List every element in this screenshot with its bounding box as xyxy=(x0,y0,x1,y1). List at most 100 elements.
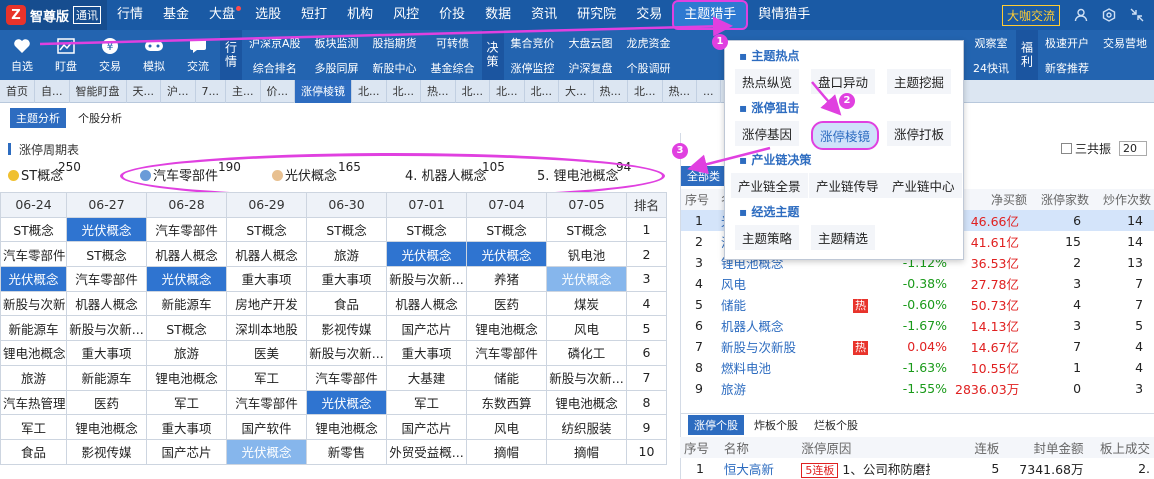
edition-tag[interactable]: 通讯 xyxy=(73,6,102,24)
concept-cell[interactable]: 汽车热管理 xyxy=(0,389,67,416)
menu-item[interactable]: 短打 xyxy=(291,0,337,30)
concept-cell[interactable]: 新股与次新... xyxy=(386,266,467,292)
menu-item[interactable]: 数据 xyxy=(475,0,521,30)
tab-item[interactable]: 价... xyxy=(261,79,295,103)
concept-cell[interactable]: 旅游 xyxy=(306,241,387,268)
dropdown-item[interactable]: 产业链全景 xyxy=(731,173,808,198)
dropdown-item[interactable]: 主题策略 xyxy=(735,225,800,250)
concept-cell[interactable]: ST概念 xyxy=(466,216,547,243)
concept-cell[interactable]: 光伏概念 xyxy=(386,241,467,268)
stock-tab[interactable]: 炸板个股 xyxy=(748,415,804,435)
concept-item[interactable]: 汽车零部件 xyxy=(140,165,218,184)
concept-cell[interactable]: 锂电池概念 xyxy=(66,414,147,440)
concept-cell[interactable]: 国产芯片 xyxy=(386,414,467,440)
tab-item[interactable]: 自... xyxy=(35,79,70,103)
dropdown-item[interactable]: 热点纵览 xyxy=(735,69,800,94)
concept-item[interactable]: 光伏概念 xyxy=(272,165,337,184)
toolbar-link[interactable]: 股指期货 xyxy=(366,30,424,55)
concept-cell[interactable]: 军工 xyxy=(226,364,307,391)
concept-cell[interactable]: 摘帽 xyxy=(466,438,547,465)
concept-cell[interactable]: 国产芯片 xyxy=(386,315,467,342)
concept-cell[interactable]: 储能 xyxy=(466,364,547,391)
tab-all-categories[interactable]: 全部类 xyxy=(681,166,726,186)
toolbar-link[interactable]: 龙虎资金 xyxy=(620,30,678,55)
tab-item[interactable]: 7... xyxy=(196,79,226,103)
dakao-button[interactable]: 大咖交流 xyxy=(1001,4,1060,26)
concept-cell[interactable]: 深圳本地股 xyxy=(226,315,307,342)
menu-item[interactable]: 价投 xyxy=(429,0,475,30)
toolbar-link[interactable]: 综合排名 xyxy=(242,55,308,80)
concept-cell[interactable]: 机器人概念 xyxy=(226,241,307,268)
dropdown-item[interactable]: 产业链传导 xyxy=(809,173,886,198)
concept-cell[interactable]: 锂电池概念 xyxy=(0,340,67,366)
concept-cell[interactable]: 摘帽 xyxy=(546,438,627,465)
table-row[interactable]: 8 燃料电池 -1.63% 10.55亿 1 4 xyxy=(681,357,1154,378)
theme-name[interactable]: 新股与次新股 xyxy=(717,336,849,357)
concept-cell[interactable]: 煤炭 xyxy=(546,290,627,317)
concept-cell[interactable]: 风电 xyxy=(466,414,547,440)
toolbar-link[interactable]: 涨停监控 xyxy=(504,55,562,80)
dropdown-item[interactable]: 盘口异动 xyxy=(811,69,876,94)
concept-cell[interactable]: 汽车零部件 xyxy=(466,340,547,366)
table-row[interactable]: 4 风电 -0.38% 27.78亿 3 7 xyxy=(681,273,1154,294)
theme-name[interactable]: 风电 xyxy=(717,273,849,294)
toolbar-link[interactable]: 可转债 xyxy=(424,30,482,55)
concept-cell[interactable]: 光伏概念 xyxy=(466,241,547,268)
theme-name[interactable]: 储能 xyxy=(717,294,849,315)
concept-cell[interactable]: 钒电池 xyxy=(546,241,627,268)
tab-item[interactable]: 北... xyxy=(525,79,559,103)
concept-cell[interactable]: 新能源车 xyxy=(0,315,67,342)
concept-cell[interactable]: 光伏概念 xyxy=(66,216,147,243)
menu-item[interactable]: 大盘 xyxy=(199,0,245,30)
user-icon[interactable] xyxy=(1074,8,1088,22)
concept-cell[interactable]: ST概念 xyxy=(0,216,67,243)
concept-cell[interactable]: 旅游 xyxy=(0,364,67,391)
theme-name[interactable]: 旅游 xyxy=(717,378,849,399)
toolbar-link[interactable]: 新股中心 xyxy=(366,55,424,80)
concept-cell[interactable]: 风电 xyxy=(546,315,627,342)
settings-icon[interactable] xyxy=(1102,8,1116,22)
tab-item[interactable]: 北... xyxy=(490,79,525,103)
toolbar-link[interactable]: 多股同屏 xyxy=(308,55,366,80)
dropdown-item[interactable]: 产业链中心 xyxy=(885,173,962,198)
tab-item[interactable]: 大... xyxy=(559,79,594,103)
count-input[interactable]: 20 xyxy=(1119,140,1147,156)
menu-item[interactable]: 研究院 xyxy=(567,0,626,30)
concept-cell[interactable]: 医药 xyxy=(466,290,547,317)
toolbar-button-yen[interactable]: ¥ 交易 xyxy=(88,30,132,80)
concept-cell[interactable]: 锂电池概念 xyxy=(306,414,387,440)
menu-item[interactable]: 舆情猎手 xyxy=(748,0,820,30)
tab-item[interactable]: 天... xyxy=(127,79,161,103)
concept-cell[interactable]: 医美 xyxy=(226,340,307,366)
concept-cell[interactable]: 机器人概念 xyxy=(146,241,227,268)
toolbar-link[interactable]: 24快讯 xyxy=(966,55,1016,80)
concept-cell[interactable]: 机器人概念 xyxy=(386,290,467,317)
menu-item[interactable]: 交易 xyxy=(626,0,672,30)
toolbar-button-chart[interactable]: 盯盘 xyxy=(44,30,88,80)
tab-item[interactable]: 北... xyxy=(352,79,387,103)
concept-cell[interactable]: 房地产开发 xyxy=(226,290,307,317)
toolbar-link[interactable]: 个股调研 xyxy=(620,55,678,80)
tab-item[interactable]: 北... xyxy=(456,79,490,103)
concept-cell[interactable]: 新股与次新... xyxy=(0,290,67,317)
concept-cell[interactable]: 汽车零部件 xyxy=(146,216,227,243)
concept-cell[interactable]: 纺织服装 xyxy=(546,414,627,440)
concept-cell[interactable]: 医药 xyxy=(66,389,147,416)
concept-cell[interactable]: 食品 xyxy=(306,290,387,317)
tab-stock-analysis[interactable]: 个股分析 xyxy=(72,108,128,128)
tab-item[interactable]: 热... xyxy=(421,79,456,103)
concept-cell[interactable]: ST概念 xyxy=(546,216,627,243)
dropdown-item[interactable]: 涨停棱镜 xyxy=(811,121,880,150)
toolbar-link[interactable]: 沪深京A股 xyxy=(242,30,308,55)
concept-cell[interactable]: 光伏概念 xyxy=(306,389,387,416)
stock-tab[interactable]: 烂板个股 xyxy=(808,415,864,435)
menu-item[interactable]: 资讯 xyxy=(521,0,567,30)
concept-cell[interactable]: 军工 xyxy=(386,389,467,416)
concept-cell[interactable]: 锂电池概念 xyxy=(146,364,227,391)
toolbar-link[interactable]: 集合竞价 xyxy=(504,30,562,55)
concept-cell[interactable]: 锂电池概念 xyxy=(466,315,547,342)
concept-cell[interactable]: 新股与次新... xyxy=(546,364,627,391)
concept-cell[interactable]: 光伏概念 xyxy=(146,266,227,292)
concept-cell[interactable]: 大基建 xyxy=(386,364,467,391)
concept-cell[interactable]: 重大事项 xyxy=(226,266,307,292)
